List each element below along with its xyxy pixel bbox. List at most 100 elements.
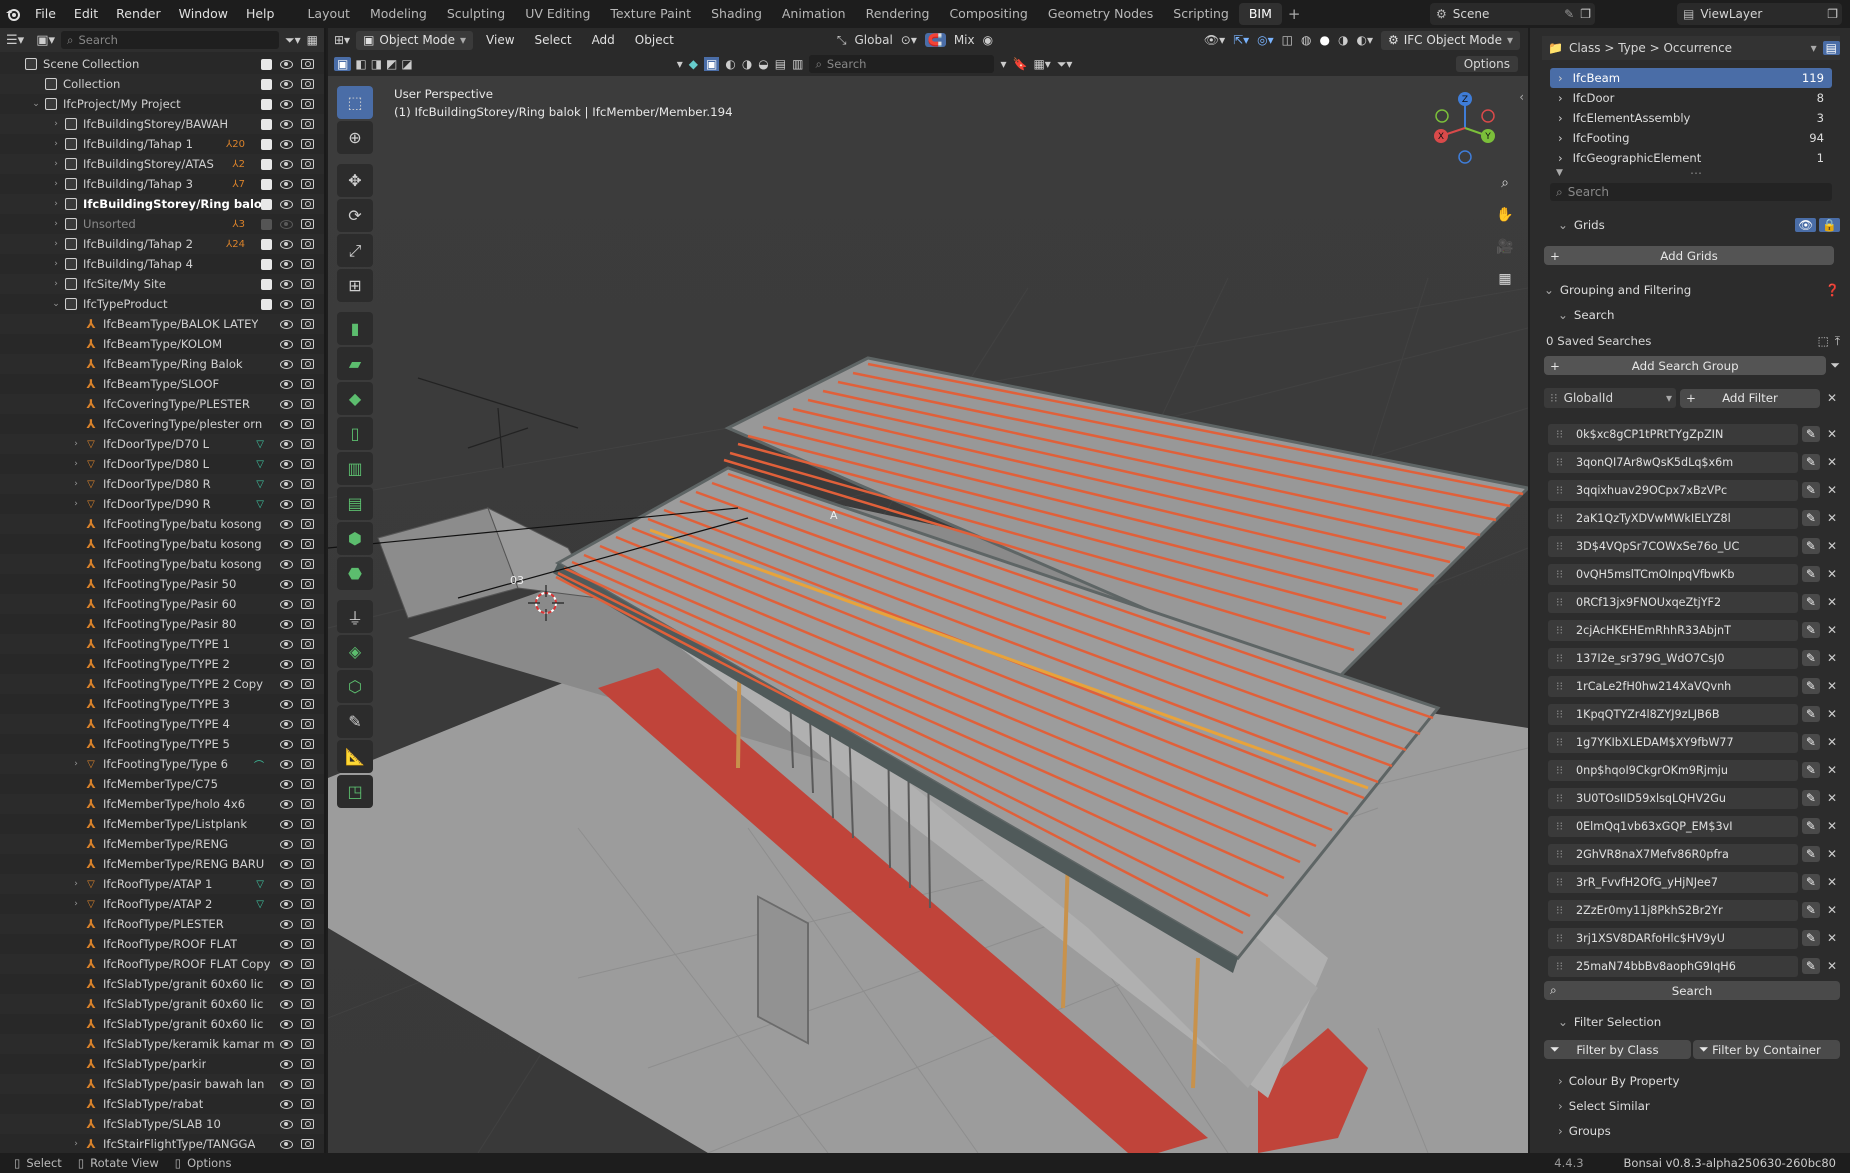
visibility-eye-icon[interactable]: [280, 59, 293, 69]
chevron-right-icon[interactable]: ›: [70, 899, 82, 909]
tab-bim[interactable]: BIM: [1238, 3, 1282, 25]
tab-texture-paint[interactable]: Texture Paint: [600, 3, 701, 25]
filter-select-icon[interactable]: ▣: [703, 57, 720, 71]
render-camera-icon[interactable]: [301, 179, 314, 189]
render-camera-icon[interactable]: [301, 359, 314, 369]
render-camera-icon[interactable]: [301, 279, 314, 289]
close-icon[interactable]: ✕: [1824, 763, 1840, 777]
render-camera-icon[interactable]: [301, 719, 314, 729]
outliner-row[interactable]: › ▽ IfcRoofType/ATAP 2 ▽: [0, 894, 324, 914]
visibility-eye-icon[interactable]: [280, 999, 293, 1009]
render-camera-icon[interactable]: [301, 999, 314, 1009]
outliner-row[interactable]: ⅄ IfcSlabType/parkir: [0, 1054, 324, 1074]
grouping-section[interactable]: ⌄ Grouping and Filtering ❓: [1544, 280, 1840, 300]
class-list-item[interactable]: › IfcBeam 119: [1550, 68, 1832, 88]
visibility-eye-icon[interactable]: [280, 719, 293, 729]
select-extend-icon[interactable]: ◧: [355, 57, 366, 71]
eyedropper-icon[interactable]: ✎: [1801, 566, 1820, 582]
chevron-right-icon[interactable]: ›: [50, 199, 62, 209]
object-tool-icon[interactable]: ◈: [337, 635, 373, 668]
annotate-tool-icon[interactable]: ✎: [337, 705, 373, 738]
class-list-item[interactable]: › IfcFooting 94: [1550, 128, 1832, 148]
outliner-row[interactable]: › IfcBuilding/Tahap 1 ⅄20: [0, 134, 324, 154]
outliner-row[interactable]: › ⅄ IfcStairFlightType/TANGGA: [0, 1134, 324, 1153]
outliner-row[interactable]: ⅄ IfcFootingType/TYPE 5: [0, 734, 324, 754]
render-camera-icon[interactable]: [301, 899, 314, 909]
visibility-eye-icon[interactable]: [280, 499, 293, 509]
chevron-right-icon[interactable]: ›: [50, 139, 62, 149]
render-camera-icon[interactable]: [301, 259, 314, 269]
tab-sculpting[interactable]: Sculpting: [437, 3, 515, 25]
tab-scripting[interactable]: Scripting: [1163, 3, 1239, 25]
outliner-row[interactable]: ⌄ IfcProject/My Project: [0, 94, 324, 114]
outliner-row[interactable]: › IfcBuilding/Tahap 3 ⅄7: [0, 174, 324, 194]
render-camera-icon[interactable]: [301, 599, 314, 609]
visibility-eye-icon[interactable]: [280, 319, 293, 329]
eyedropper-icon[interactable]: ✎: [1801, 930, 1820, 946]
eyedropper-icon[interactable]: ✎: [1801, 538, 1820, 554]
class-list-item[interactable]: › IfcGeographicElement 1: [1550, 148, 1832, 168]
outliner-row[interactable]: ⅄ IfcFootingType/TYPE 2 Copy: [0, 674, 324, 694]
chevron-right-icon[interactable]: ›: [1558, 111, 1563, 125]
render-camera-icon[interactable]: [301, 139, 314, 149]
close-icon[interactable]: ✕: [1824, 791, 1840, 805]
outliner-row[interactable]: Collection: [0, 74, 324, 94]
exclude-checkbox[interactable]: [261, 298, 272, 310]
tab-animation[interactable]: Animation: [772, 3, 856, 25]
outliner-row[interactable]: ⅄ IfcCoveringType/plester orn: [0, 414, 324, 434]
visibility-eye-icon[interactable]: [280, 979, 293, 989]
tab-shading[interactable]: Shading: [701, 3, 772, 25]
chevron-down-icon[interactable]: ⌄: [50, 299, 62, 309]
mode-selector[interactable]: ▣ Object Mode ▾: [356, 30, 474, 50]
menu-window[interactable]: Window: [170, 0, 237, 28]
close-icon[interactable]: ✕: [1824, 539, 1840, 553]
guid-value-field[interactable]: ⁝⁝ 1rCaLe2fH0hw214XaVQvnh: [1548, 675, 1798, 697]
render-camera-icon[interactable]: [301, 539, 314, 549]
exclude-checkbox[interactable]: [261, 278, 272, 290]
tab-layout[interactable]: Layout: [297, 3, 360, 25]
visibility-eye-icon[interactable]: [280, 539, 293, 549]
select-box-icon[interactable]: ▣: [334, 57, 352, 71]
view-layer-selector[interactable]: ▤ ViewLayer ❐: [1677, 3, 1842, 25]
new-view-layer-icon[interactable]: ❐: [1827, 7, 1842, 21]
outliner-row[interactable]: › IfcBuildingStorey/Ring balok: [0, 194, 324, 214]
close-icon[interactable]: ✕: [1824, 455, 1840, 469]
visibility-eye-icon[interactable]: [280, 439, 293, 449]
outliner-row[interactable]: ⅄ IfcSlabType/rabat: [0, 1094, 324, 1114]
eyedropper-icon[interactable]: ✎: [1801, 874, 1820, 890]
visibility-eye-icon[interactable]: [280, 579, 293, 589]
render-camera-icon[interactable]: [301, 739, 314, 749]
filter-selection-section[interactable]: ⌄ Filter Selection: [1558, 1012, 1840, 1032]
guid-value-field[interactable]: ⁝⁝ 3rR_FvvfH2OfG_yHjNJee7: [1548, 871, 1798, 893]
render-camera-icon[interactable]: [301, 299, 314, 309]
outliner-row[interactable]: › ▽ IfcDoorType/D80 L ▽: [0, 454, 324, 474]
render-camera-icon[interactable]: [301, 979, 314, 989]
outliner-row[interactable]: ⅄ IfcFootingType/batu kosong: [0, 534, 324, 554]
visibility-eye-icon[interactable]: [280, 119, 293, 129]
tab-uv-editing[interactable]: UV Editing: [515, 3, 600, 25]
eyedropper-icon[interactable]: ✎: [1801, 902, 1820, 918]
visibility-eye-icon[interactable]: [280, 419, 293, 429]
snap-icon[interactable]: 🧲: [924, 33, 946, 47]
close-icon[interactable]: ✕: [1824, 931, 1840, 945]
outliner-search-input[interactable]: ⌕ Search: [61, 31, 280, 49]
menu-render[interactable]: Render: [107, 0, 170, 28]
close-icon[interactable]: ✕: [1824, 651, 1840, 665]
door-tool-icon[interactable]: ◆: [337, 382, 373, 415]
exclude-checkbox[interactable]: [261, 258, 272, 270]
chevron-right-icon[interactable]: ›: [70, 1139, 82, 1149]
display-mode-icon[interactable]: ▣▾: [36, 33, 55, 48]
visibility-eye-icon[interactable]: [280, 899, 293, 909]
outliner-row[interactable]: ⅄ IfcSlabType/granit 60x60 lic: [0, 994, 324, 1014]
tool-icon-1[interactable]: ◐: [725, 57, 735, 71]
rotate-tool-icon[interactable]: ⟳: [337, 199, 373, 232]
select-intersect-icon[interactable]: ◪: [401, 57, 412, 71]
outliner-row[interactable]: ⅄ IfcFootingType/Pasir 50: [0, 574, 324, 594]
pivot-icon[interactable]: ⊙▾: [901, 33, 917, 47]
close-icon[interactable]: ✕: [1824, 679, 1840, 693]
visibility-eye-icon[interactable]: [280, 459, 293, 469]
tool-icon-2[interactable]: ◑: [742, 57, 752, 71]
visibility-eye-icon[interactable]: [280, 1119, 293, 1129]
tab-geometry-nodes[interactable]: Geometry Nodes: [1038, 3, 1163, 25]
render-camera-icon[interactable]: [301, 919, 314, 929]
